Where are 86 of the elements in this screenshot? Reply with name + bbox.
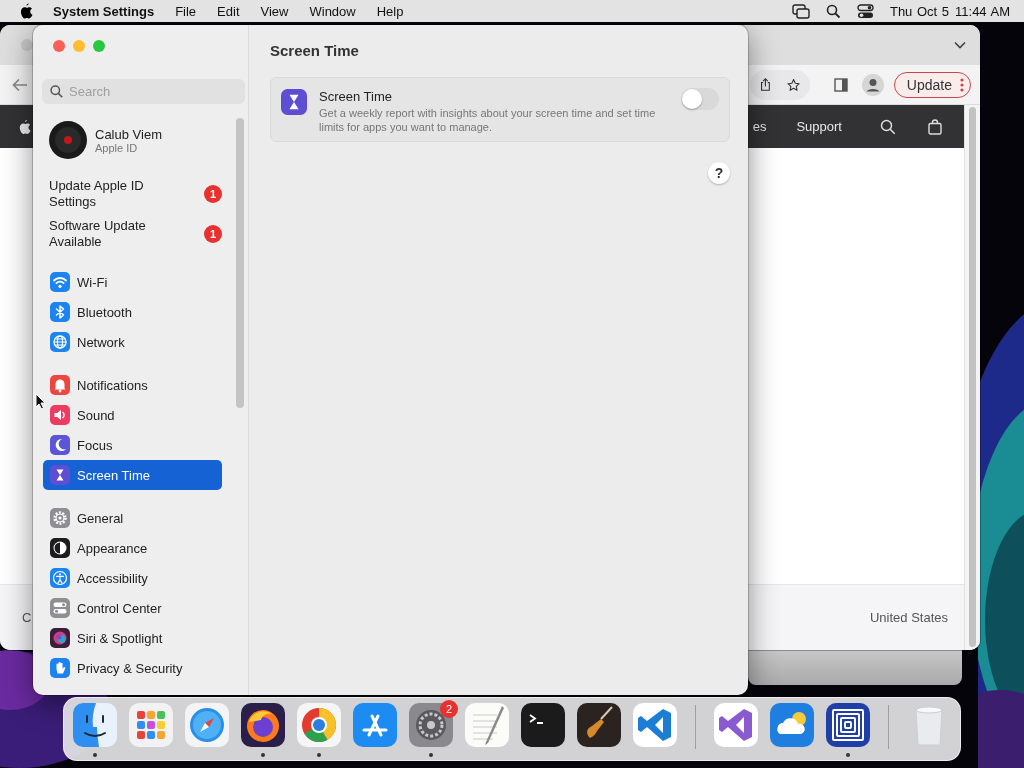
sidebar-item[interactable]: Control Center [43,593,222,623]
avatar-icon[interactable] [49,121,87,159]
split-face-icon[interactable] [72,702,118,748]
ribbon-icon[interactable] [632,702,678,748]
alert-item[interactable]: Software Update Available [49,218,174,250]
gear-icon[interactable] [408,702,454,748]
cloud-sun-icon[interactable] [769,702,815,748]
region-link[interactable]: United States [869,610,948,625]
sidebar-item[interactable]: General [43,503,222,533]
sidebar-item[interactable]: Focus [43,430,222,460]
nav-link[interactable]: Support [796,119,842,134]
scrollbar[interactable] [964,105,980,650]
more-icon [960,77,964,92]
close-button[interactable] [53,40,65,52]
screen-mirroring-icon[interactable] [791,3,810,19]
toggle-switch[interactable] [681,88,719,110]
nav-link[interactable]: es [752,119,767,134]
globe-icon [50,332,70,352]
page-title: Screen Time [270,40,360,61]
bluetooth-icon [50,302,70,322]
sidebar-icon[interactable] [833,77,848,92]
back-arrow-icon[interactable] [12,77,28,92]
flame-globe-icon[interactable] [240,702,286,748]
ribbon-icon[interactable] [713,702,759,748]
toggles-icon [50,598,70,618]
menu-bar-time: 11:44 AM [955,3,1010,19]
sidebar-item[interactable]: Network [43,327,222,357]
apple-logo-icon[interactable] [18,118,32,135]
sidebar-item[interactable]: Notifications [43,370,222,400]
half-circle-icon [50,538,70,558]
update-button[interactable]: Update [893,71,971,98]
hand-icon [50,658,70,678]
menu-item[interactable]: Help [376,3,404,19]
control-center-icon[interactable] [856,3,874,19]
hourglass-icon [281,89,307,115]
notification-badge: 2 [440,700,458,718]
help-button[interactable]: ? [708,162,730,184]
menu-item[interactable]: Edit [217,3,240,19]
sidebar-item[interactable]: Accessibility [43,563,222,593]
menu-item[interactable]: View [260,3,289,19]
account-subtitle: Apple ID [95,141,139,154]
hourglass-icon [50,465,70,485]
share-icon[interactable] [759,76,771,93]
app-grid-icon[interactable] [128,702,174,748]
sidebar-item[interactable]: Privacy & Security [43,653,222,683]
moon-icon [50,435,70,455]
mouse-pointer-icon [35,393,46,410]
guitar-icon[interactable] [576,702,622,748]
sidebar-item[interactable]: Appearance [43,533,222,563]
menu-bar-date: Thu Oct 5 [889,3,950,19]
notepad-icon[interactable] [464,702,510,748]
chevron-down-icon[interactable] [954,41,966,49]
notification-badge: 1 [204,225,222,243]
terminal-icon[interactable] [520,702,566,748]
gear-icon [50,508,70,528]
card-title: Screen Time [319,89,393,104]
apple-logo-icon[interactable] [19,3,34,19]
card-description: Get a weekly report with insights about your screen time and set time limits for apps you want to manage. [319,106,657,134]
footer-text: C [22,610,32,625]
menu-item[interactable]: File [175,3,197,19]
compass-icon[interactable] [184,702,230,748]
alert-item[interactable]: Update Apple ID Settings [49,178,174,210]
concentric-squares-icon[interactable] [825,702,871,748]
sidebar-item[interactable]: Screen Time [43,460,222,490]
notification-badge: 1 [204,185,222,203]
sidebar-item[interactable]: Wi-Fi [43,267,222,297]
wifi-icon [50,272,70,292]
accessibility-icon [50,568,70,588]
search-field[interactable]: Search [42,79,245,104]
bell-icon [50,375,70,395]
sidebar-item[interactable]: Sound [43,400,222,430]
profile-icon[interactable] [861,73,884,96]
search-icon[interactable] [880,118,896,135]
sidebar-item[interactable]: Bluetooth [43,297,222,327]
search-icon[interactable] [825,3,841,19]
address-bar[interactable] [749,69,810,100]
menu-item[interactable]: Window [309,3,356,19]
account-name[interactable]: Calub Viem [95,126,162,142]
scrollbar[interactable] [236,118,244,408]
sidebar-item[interactable]: Siri & Spotlight [43,623,222,653]
orb-icon [50,628,70,648]
shopping-bag-icon[interactable] [928,118,942,135]
app-menu[interactable]: System Settings [53,3,155,19]
star-icon[interactable] [786,76,800,93]
speaker-icon [50,405,70,425]
crossed-strokes-icon[interactable] [352,702,398,748]
